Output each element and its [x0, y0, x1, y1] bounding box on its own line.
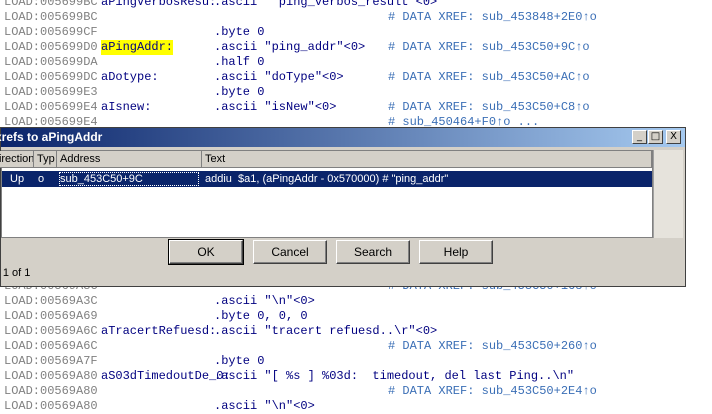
- column-header-address[interactable]: Address: [57, 151, 202, 168]
- line-label: aTracertRefuesd:: [101, 324, 217, 338]
- column-header-direction[interactable]: Direction: [0, 151, 34, 168]
- line-directive: .ascii "tracert refuesd..\r"<0>: [214, 324, 438, 338]
- xrefs-table[interactable]: Direction Typ Address Text Up o sub_453C…: [0, 150, 653, 238]
- help-button[interactable]: Help: [419, 240, 493, 264]
- line-address: LOAD:00569A80: [4, 399, 98, 413]
- line-label: aIsnew:: [101, 100, 152, 114]
- xrefs-dialog[interactable]: xrefs to aPingAddr _ □ X Direction Typ A…: [0, 127, 686, 287]
- line-comment: # DATA XREF: sub_453848+2E0↑o: [388, 10, 597, 24]
- line-directive: .ascii "\n"<0>: [214, 294, 315, 308]
- line-address: LOAD:005699BC: [4, 10, 98, 24]
- line-comment: # DATA XREF: sub_453C50+260↑o: [388, 339, 597, 353]
- line-comment: # DATA XREF: sub_453C50+AC↑o: [388, 70, 590, 84]
- minimize-button[interactable]: _: [632, 130, 647, 144]
- line-address: LOAD:00569A69: [4, 309, 98, 323]
- line-address: LOAD:00569A6C: [4, 324, 98, 338]
- line-address: LOAD:00569A80: [4, 369, 98, 383]
- cell-address[interactable]: sub_453C50+9C: [58, 171, 200, 187]
- maximize-button[interactable]: □: [648, 130, 663, 144]
- line-comment: # DATA XREF: sub_453C50+2E4↑o: [388, 384, 597, 398]
- column-header-type[interactable]: Typ: [34, 151, 57, 168]
- line-comment: # DATA XREF: sub_453C50+9C↑o: [388, 40, 590, 54]
- line-address: LOAD:005699E4: [4, 100, 98, 114]
- line-directive: .ascii "doType"<0>: [214, 70, 344, 84]
- line-label: aPingVerbosResu:: [101, 0, 217, 9]
- line-directive: .byte 0: [214, 85, 265, 99]
- line-label: aS03dTimedoutDe_0:: [101, 369, 231, 383]
- line-address: LOAD:005699DC: [4, 70, 98, 84]
- line-address: LOAD:005699CF: [4, 25, 98, 39]
- line-address: LOAD:00569A6C: [4, 339, 98, 353]
- search-button[interactable]: Search: [336, 240, 410, 264]
- cell-text: addiu $a1, (aPingAddr - 0x570000) # "pin…: [205, 173, 449, 185]
- line-label: aPingAddr:: [101, 40, 174, 55]
- ok-button[interactable]: OK: [168, 239, 244, 265]
- line-address: LOAD:005699D0: [4, 40, 98, 54]
- close-button[interactable]: X: [666, 130, 681, 144]
- line-directive: .half 0: [214, 55, 265, 69]
- line-address: LOAD:00569A7F: [4, 354, 98, 368]
- line-address: LOAD:005699BC: [4, 0, 98, 9]
- cell-type: o: [38, 173, 45, 185]
- table-row[interactable]: Up o sub_453C50+9C addiu $a1, (aPingAddr…: [2, 171, 652, 187]
- line-address: LOAD:005699DA: [4, 55, 98, 69]
- line-directive: .byte 0, 0, 0: [214, 309, 308, 323]
- column-header-text[interactable]: Text: [202, 151, 652, 168]
- line-address: LOAD:005699E3: [4, 85, 98, 99]
- vertical-scrollbar[interactable]: [653, 150, 683, 238]
- dialog-title: xrefs to aPingAddr: [0, 130, 103, 144]
- line-directive: .byte 0: [214, 354, 265, 368]
- status-line-count: Line 1 of 1: [2, 267, 31, 279]
- dialog-titlebar[interactable]: xrefs to aPingAddr _ □ X: [0, 128, 685, 147]
- line-directive: .ascii "ping_addr"<0>: [214, 40, 366, 54]
- line-address: LOAD:00569A3C: [4, 294, 98, 308]
- cancel-button[interactable]: Cancel: [253, 240, 327, 264]
- cell-direction: Up: [10, 173, 25, 185]
- line-comment: # DATA XREF: sub_453C50+C8↑o: [388, 100, 590, 114]
- line-label: aDotype:: [101, 70, 159, 84]
- line-directive: .byte 0: [214, 25, 265, 39]
- line-directive: .ascii "\n"<0>: [214, 399, 315, 413]
- line-address: LOAD:00569A80: [4, 384, 98, 398]
- line-directive: .ascii "ping_verbos_result"<0>: [214, 0, 438, 9]
- line-directive: .ascii "isNew"<0>: [214, 100, 337, 114]
- line-directive: .ascii "[ %s ] %03d: timedout, del last …: [214, 369, 575, 383]
